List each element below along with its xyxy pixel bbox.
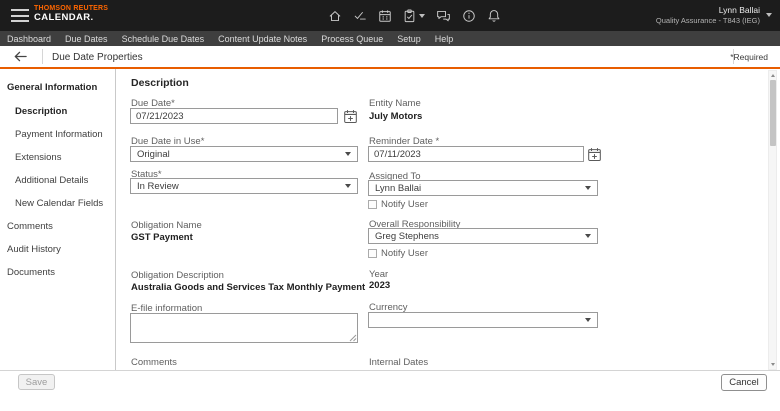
hamburger-menu-icon[interactable] xyxy=(11,9,29,22)
dropdown-arrow-icon xyxy=(585,234,591,238)
chat-icon[interactable] xyxy=(436,9,451,23)
scrollbar-thumb[interactable] xyxy=(770,80,777,146)
chevron-down-icon xyxy=(419,14,425,18)
sidebar-item-comments[interactable]: Comments xyxy=(7,221,53,232)
due-date-input[interactable] xyxy=(130,108,338,124)
year-value: 2023 xyxy=(369,280,390,291)
assigned-to-notify-checkbox[interactable]: Notify User xyxy=(368,199,428,210)
efile-information-textarea[interactable] xyxy=(130,313,358,343)
dropdown-arrow-icon xyxy=(585,318,591,322)
nav-item-due-dates[interactable]: Due Dates xyxy=(65,34,108,44)
obligation-name-label: Obligation Name xyxy=(131,220,202,231)
sidebar-item-documents[interactable]: Documents xyxy=(7,267,55,278)
due-date-calendar-icon[interactable] xyxy=(342,108,358,124)
comments-label: Comments xyxy=(131,357,177,368)
info-icon[interactable] xyxy=(462,9,476,23)
notify-user-label: Notify User xyxy=(381,248,428,259)
page-title: Due Date Properties xyxy=(52,52,143,63)
obligation-description-value: Australia Goods and Services Tax Monthly… xyxy=(131,282,365,293)
sidebar-nav: General Information Description Payment … xyxy=(0,69,116,370)
topbar-icon-row xyxy=(328,8,501,23)
tasks-icon[interactable] xyxy=(353,9,367,23)
nav-item-dashboard[interactable]: Dashboard xyxy=(7,34,51,44)
nav-item-process-queue[interactable]: Process Queue xyxy=(321,34,383,44)
home-icon[interactable] xyxy=(328,9,342,23)
assigned-to-value: Lynn Ballai xyxy=(375,183,421,194)
user-name: Lynn Ballai xyxy=(656,5,760,16)
checkbox-icon xyxy=(368,200,377,209)
dropdown-arrow-icon xyxy=(345,152,351,156)
user-role: Quality Assurance - T843 (IEG) xyxy=(656,16,760,25)
obligation-description-label: Obligation Description xyxy=(131,270,224,281)
chevron-down-icon xyxy=(766,13,772,17)
scroll-down-icon[interactable] xyxy=(769,360,776,369)
notifications-icon[interactable] xyxy=(487,9,501,23)
page-header: Due Date Properties *Required xyxy=(0,46,780,69)
nav-item-help[interactable]: Help xyxy=(435,34,454,44)
sidebar-item-audit-history[interactable]: Audit History xyxy=(7,244,61,255)
obligation-name-value: GST Payment xyxy=(131,232,193,243)
sidebar-item-description[interactable]: Description xyxy=(15,106,67,117)
footer-bar: Save Cancel xyxy=(0,372,780,411)
sidebar-item-general-information[interactable]: General Information xyxy=(7,82,97,93)
assigned-to-select[interactable]: Lynn Ballai xyxy=(368,180,598,196)
back-arrow-icon[interactable] xyxy=(13,50,28,68)
brand-line2: CALENDAR. xyxy=(34,13,108,24)
cancel-button[interactable]: Cancel xyxy=(721,374,767,391)
checkbox-icon xyxy=(368,249,377,258)
overall-responsibility-value: Greg Stephens xyxy=(375,231,439,242)
sidebar-item-extensions[interactable]: Extensions xyxy=(15,152,61,163)
notify-user-label: Notify User xyxy=(381,199,428,210)
nav-item-setup[interactable]: Setup xyxy=(397,34,421,44)
year-label: Year xyxy=(369,269,388,280)
currency-select[interactable] xyxy=(368,312,598,328)
calendar-icon[interactable] xyxy=(378,9,392,23)
internal-dates-label: Internal Dates xyxy=(369,357,428,368)
topbar: THOMSON REUTERS CALENDAR. Lynn Ballai Q xyxy=(0,0,780,31)
required-note: *Required xyxy=(730,52,768,62)
status-value: In Review xyxy=(137,181,179,192)
sidebar-item-additional-details[interactable]: Additional Details xyxy=(15,175,88,186)
section-title: Description xyxy=(131,77,189,89)
clipboard-icon[interactable] xyxy=(403,9,425,23)
sidebar-item-new-calendar-fields[interactable]: New Calendar Fields xyxy=(15,198,103,209)
reminder-date-calendar-icon[interactable] xyxy=(586,146,602,162)
header-divider xyxy=(42,49,43,64)
due-date-in-use-select[interactable]: Original xyxy=(130,146,358,162)
user-menu[interactable]: Lynn Ballai Quality Assurance - T843 (IE… xyxy=(656,5,772,25)
save-button[interactable]: Save xyxy=(18,374,55,390)
overall-responsibility-notify-checkbox[interactable]: Notify User xyxy=(368,248,428,259)
vertical-scrollbar[interactable] xyxy=(768,70,777,370)
status-select[interactable]: In Review xyxy=(130,178,358,194)
entity-name-value: July Motors xyxy=(369,111,422,122)
reminder-date-input[interactable] xyxy=(368,146,584,162)
nav-item-content-update-notes[interactable]: Content Update Notes xyxy=(218,34,307,44)
main-nav: Dashboard Due Dates Schedule Due Dates C… xyxy=(0,31,780,46)
overall-responsibility-select[interactable]: Greg Stephens xyxy=(368,228,598,244)
brand-logo[interactable]: THOMSON REUTERS CALENDAR. xyxy=(34,5,108,24)
sidebar-item-payment-information[interactable]: Payment Information xyxy=(15,129,103,140)
dropdown-arrow-icon xyxy=(585,186,591,190)
nav-item-schedule-due-dates[interactable]: Schedule Due Dates xyxy=(122,34,205,44)
due-date-in-use-value: Original xyxy=(137,149,170,160)
content-area: General Information Description Payment … xyxy=(0,69,780,371)
dropdown-arrow-icon xyxy=(345,184,351,188)
scroll-up-icon[interactable] xyxy=(769,71,776,80)
entity-name-label: Entity Name xyxy=(369,98,421,109)
